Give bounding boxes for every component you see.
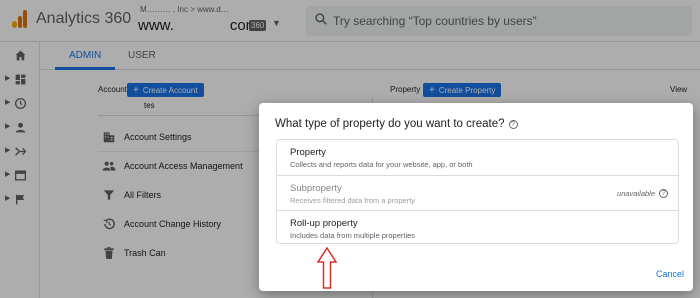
- option-property[interactable]: Property Collects and reports data for y…: [277, 140, 678, 175]
- option-title: Subproperty: [290, 183, 342, 194]
- dialog-title-text: What type of property do you want to cre…: [275, 118, 505, 130]
- option-description: Includes data from multiple properties: [290, 231, 416, 240]
- option-description: Collects and reports data for your websi…: [290, 160, 473, 169]
- annotation-arrow-up-icon: [317, 247, 337, 289]
- help-icon[interactable]: ?: [508, 120, 518, 129]
- unavailable-label: unavailable: [617, 189, 655, 198]
- property-type-options: Property Collects and reports data for y…: [276, 139, 679, 244]
- option-title: Property: [290, 147, 326, 158]
- unavailable-status: unavailable?: [617, 189, 668, 199]
- option-description: Receives filtered data from a property: [290, 196, 416, 205]
- dialog-title: What type of property do you want to cre…: [275, 118, 518, 130]
- cancel-button[interactable]: Cancel: [656, 269, 684, 279]
- option-rollup-property[interactable]: Roll-up property Includes data from mult…: [277, 210, 678, 245]
- option-title: Roll-up property: [290, 218, 358, 229]
- help-icon[interactable]: ?: [659, 189, 668, 198]
- option-subproperty: Subproperty Receives filtered data from …: [277, 175, 678, 210]
